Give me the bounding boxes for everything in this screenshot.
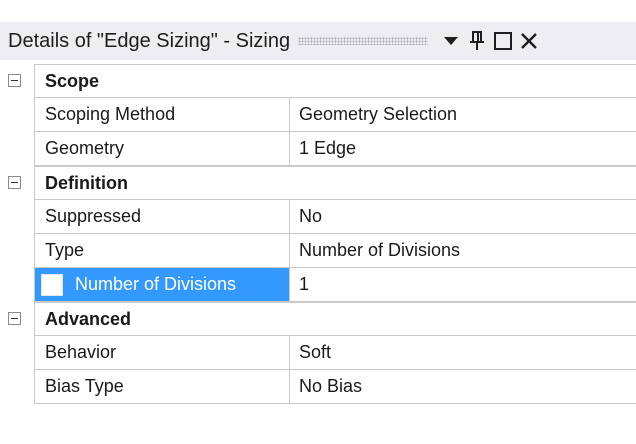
category-scope: Scope [0,64,636,98]
property-name-label: Number of Divisions [75,274,237,294]
chevron-down-icon[interactable] [438,28,464,54]
category-advanced: Advanced [0,302,636,336]
property-row[interactable]: Bias Type No Bias [0,370,636,404]
parameter-checkbox[interactable] [41,273,63,296]
details-title-bar[interactable]: Details of "Edge Sizing" - Sizing [0,22,636,60]
property-row[interactable]: Suppressed No [0,200,636,234]
property-value[interactable]: No Bias [289,370,636,404]
category-label[interactable]: Advanced [34,302,636,336]
property-name[interactable]: Bias Type [34,370,290,404]
category-definition: Definition [0,166,636,200]
collapse-icon[interactable] [8,312,21,325]
category-label[interactable]: Scope [34,64,636,98]
maximize-icon[interactable] [490,28,516,54]
property-name[interactable]: Type [34,234,290,268]
property-value[interactable]: Number of Divisions [289,234,636,268]
property-row[interactable]: Behavior Soft [0,336,636,370]
collapse-icon[interactable] [8,176,21,189]
property-grid: Scope Scoping Method Geometry Selection … [0,64,636,404]
property-value[interactable]: 1 Edge [289,132,636,166]
property-name[interactable]: Suppressed [34,200,290,234]
details-title: Details of "Edge Sizing" - Sizing [8,29,291,52]
property-row[interactable]: Scoping Method Geometry Selection [0,98,636,132]
close-icon[interactable] [516,28,542,54]
property-row[interactable]: Geometry 1 Edge [0,132,636,166]
property-value[interactable]: No [289,200,636,234]
property-value[interactable]: Geometry Selection [289,98,636,132]
drag-grip[interactable] [298,37,429,45]
details-panel: Details of "Edge Sizing" - Sizing Scope [0,0,636,444]
property-name[interactable]: Number of Divisions [34,268,290,302]
property-row[interactable]: Type Number of Divisions [0,234,636,268]
property-value[interactable]: 1 [289,268,636,302]
property-name[interactable]: Behavior [34,336,290,370]
collapse-icon[interactable] [8,74,21,87]
property-name[interactable]: Geometry [34,132,290,166]
property-name[interactable]: Scoping Method [34,98,290,132]
category-label[interactable]: Definition [34,166,636,200]
property-value[interactable]: Soft [289,336,636,370]
property-row-selected[interactable]: Number of Divisions 1 [0,268,636,302]
pin-icon[interactable] [464,28,490,54]
